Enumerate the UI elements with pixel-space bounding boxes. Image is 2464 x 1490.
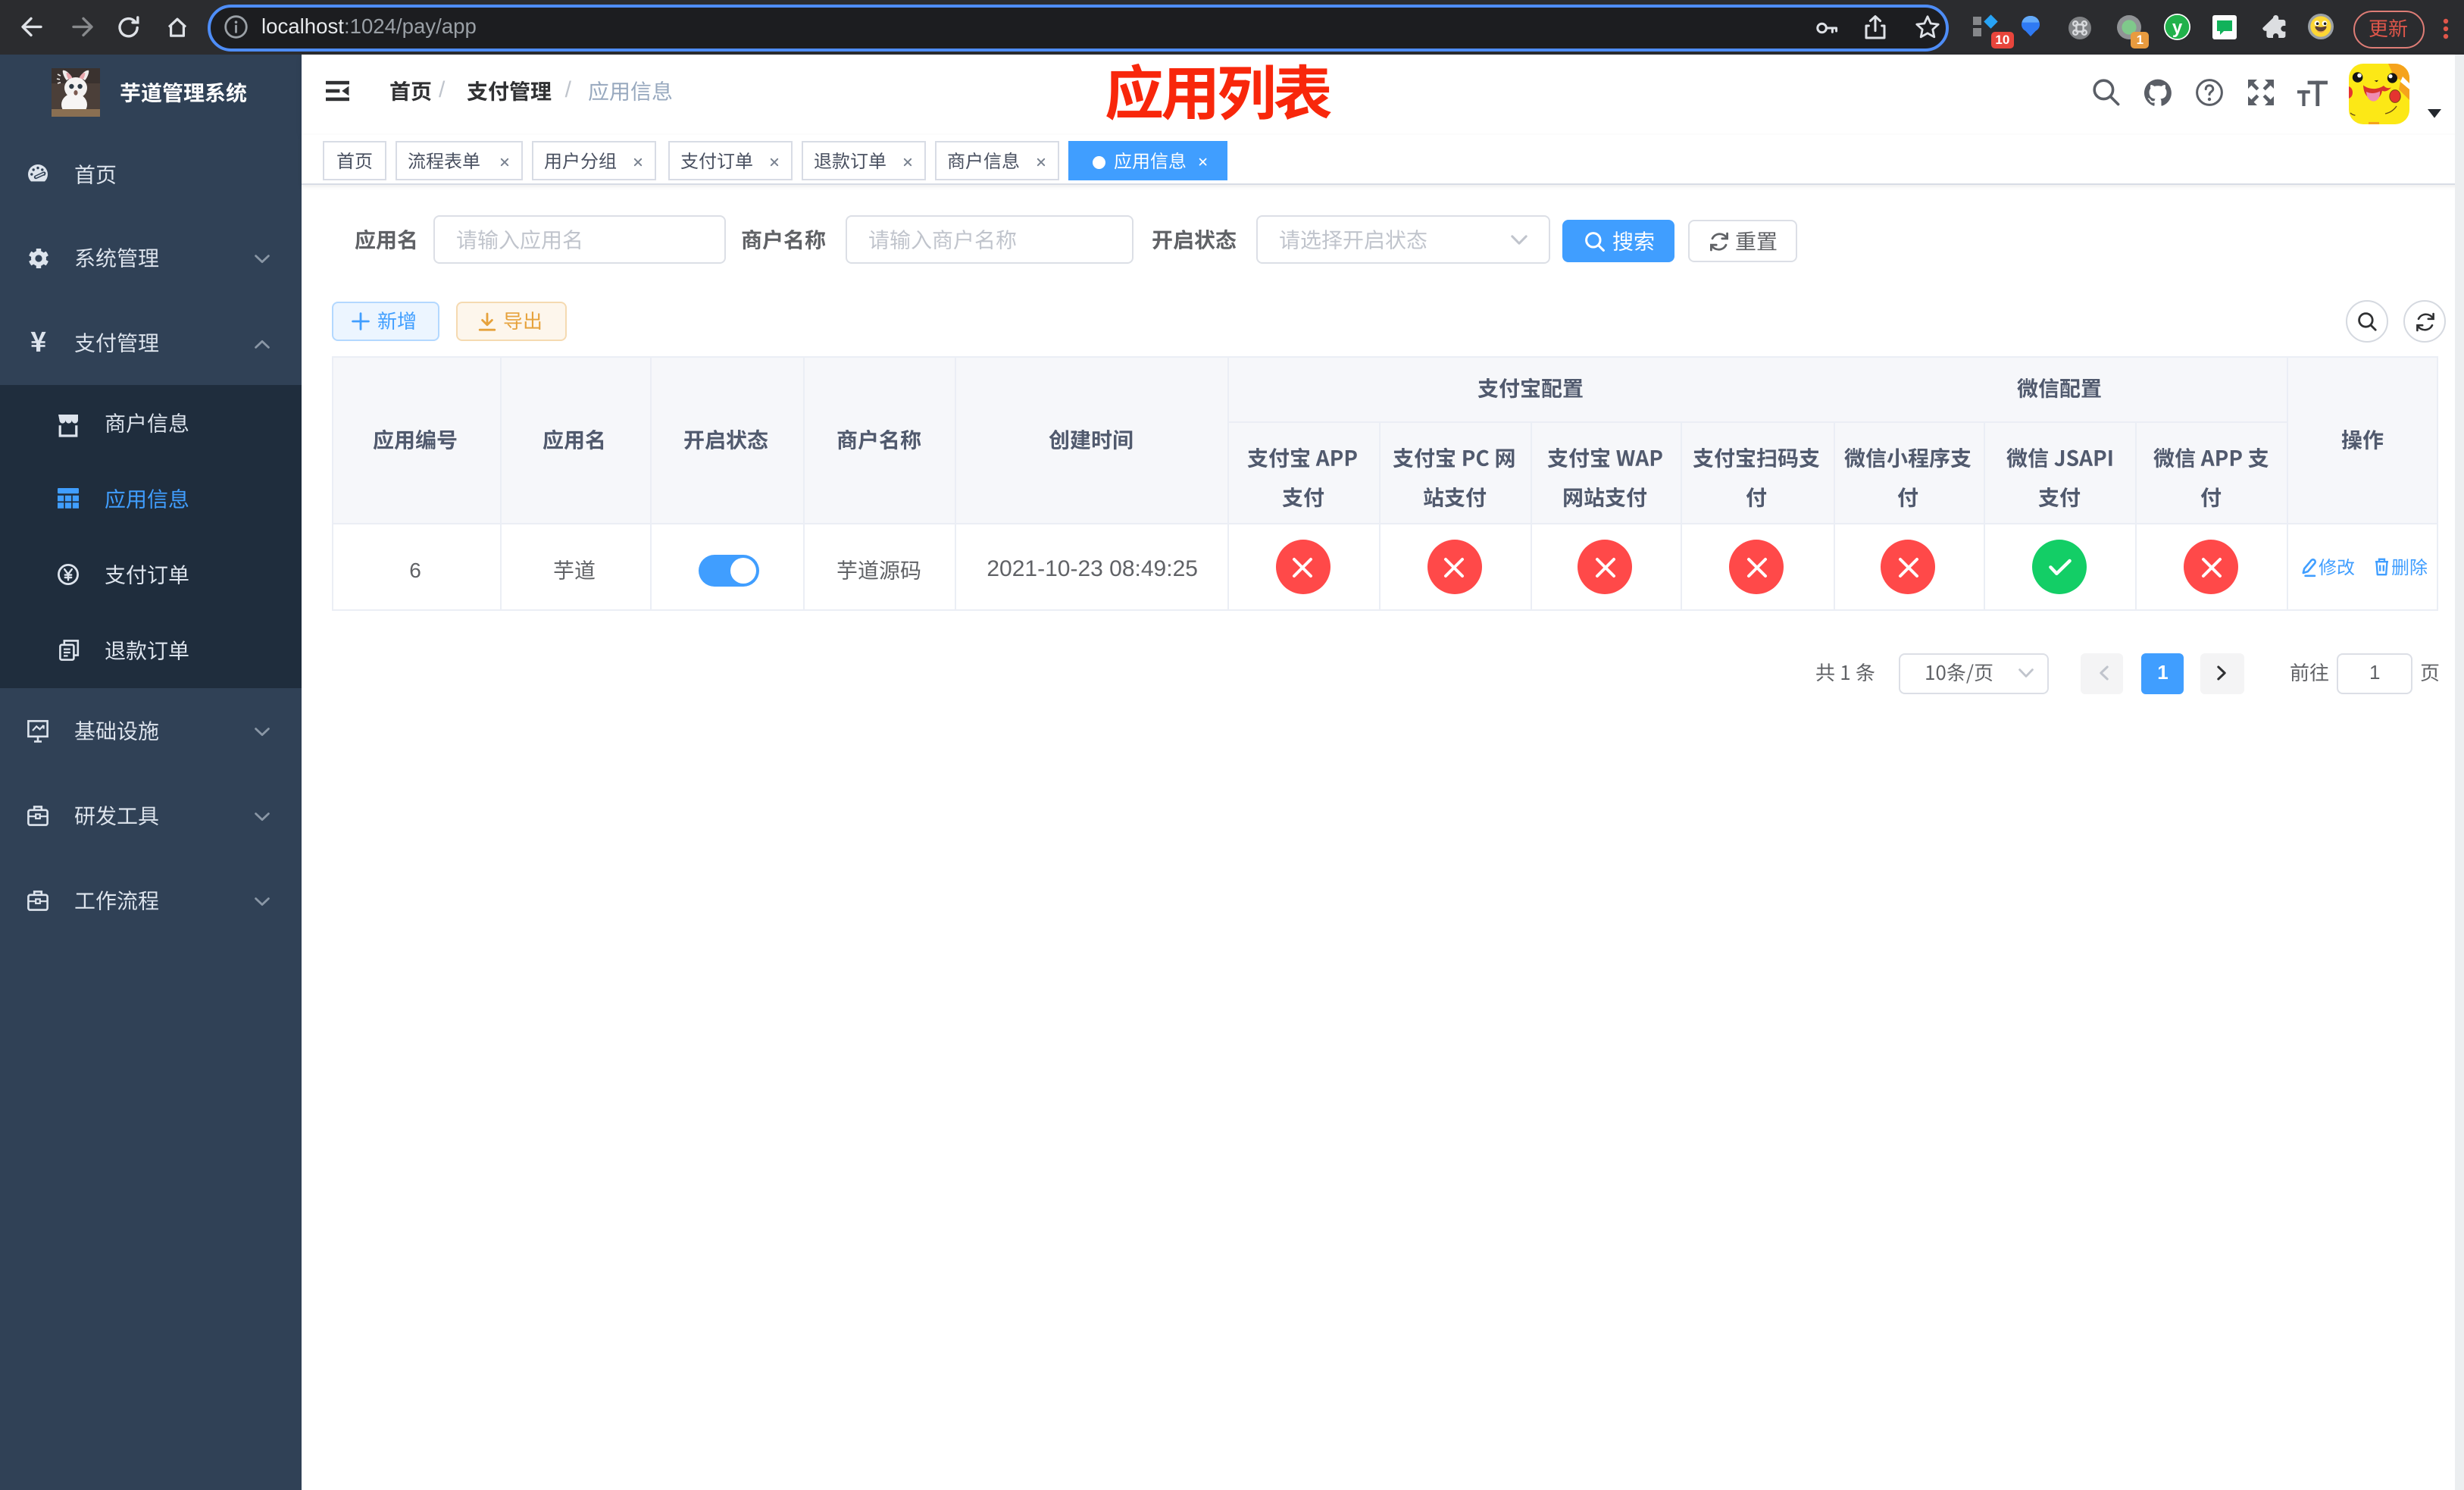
svg-text:y: y — [2172, 17, 2183, 38]
